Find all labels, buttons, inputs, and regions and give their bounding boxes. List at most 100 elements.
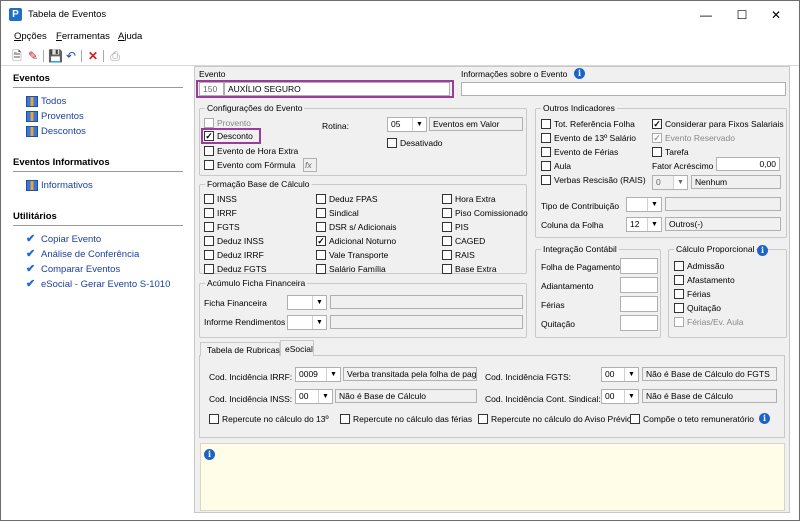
chevron-down-icon: ▼	[647, 218, 661, 231]
folha-pagamento-field[interactable]	[620, 258, 658, 274]
rotina-label: Rotina:	[322, 121, 349, 131]
adiantamento-field[interactable]	[620, 277, 658, 293]
menu-opcoes[interactable]: Opções	[14, 31, 47, 42]
menu-ajuda[interactable]: Ajuda	[118, 31, 142, 42]
highlight-desconto	[201, 128, 261, 144]
chevron-down-icon: ▼	[312, 316, 326, 329]
info-icon[interactable]: i	[759, 413, 770, 424]
grid-icon	[26, 111, 38, 122]
tab-tabela-rubricas[interactable]: Tabela de Rubricas	[200, 342, 280, 356]
fx-button[interactable]: fx	[303, 158, 317, 172]
chevron-down-icon: ▼	[318, 390, 332, 403]
chevron-down-icon: ▼	[624, 390, 638, 403]
acumulo-group-title: Acúmulo Ficha Financeira	[205, 278, 308, 288]
integracao-contabil-group: Integração Contábil Folha de Pagamento A…	[535, 244, 661, 338]
sindical-incidencia-label: Cod. Incidência Cont. Sindical:	[485, 394, 601, 404]
acumulo-group: Acúmulo Ficha Financeira Ficha Financeir…	[199, 278, 527, 338]
chevron-down-icon: ▼	[673, 176, 687, 189]
section-title-utilitarios: Utilitários	[13, 211, 57, 222]
integracao-group-title: Integração Contábil	[541, 244, 619, 254]
info-icon[interactable]: i	[757, 245, 768, 256]
nivel-select[interactable]: 0 ▼	[652, 175, 688, 190]
grid-icon	[26, 180, 38, 191]
informe-rendimentos-desc	[330, 315, 523, 329]
sindical-incidencia-desc: Não é Base de Cálculo	[642, 389, 777, 403]
checkmark-icon: ✔	[26, 233, 36, 245]
evento-label: Evento	[199, 69, 226, 79]
chevron-down-icon: ▼	[326, 368, 340, 381]
sindical-incidencia-select[interactable]: 00 ▼	[601, 389, 639, 404]
sidebar: Eventos Todos Proventos Descontos Evento…	[1, 66, 192, 520]
title-bar	[1, 1, 799, 29]
adiantamento-label: Adiantamento	[541, 281, 594, 291]
quitacao-label: Quitação	[541, 319, 576, 329]
formacao-base-group: Formação Base de Cálculo INSS IRRF FGTS …	[199, 179, 528, 274]
fator-acrescimo-field[interactable]: 0,00	[716, 157, 780, 171]
section-title-eventos: Eventos	[13, 73, 50, 84]
ficha-financeira-desc	[330, 295, 523, 309]
fator-acrescimo-label: Fator Acréscimo	[652, 161, 714, 171]
rotina-select[interactable]: 05 ▼	[387, 117, 427, 132]
close-window-button[interactable]: ✕	[753, 1, 799, 29]
fgts-incidencia-label: Cod. Incidência FGTS:	[485, 372, 571, 382]
quitacao-field[interactable]	[620, 315, 658, 331]
nivel-desc-field: Nenhum	[691, 175, 781, 189]
info-icon[interactable]: i	[204, 449, 215, 460]
fgts-incidencia-select[interactable]: 00 ▼	[601, 367, 639, 382]
menu-bar: Opções Ferramentas Ajuda	[1, 29, 799, 45]
ferias-field[interactable]	[620, 296, 658, 312]
checkmark-icon: ✔	[26, 248, 36, 260]
tipo-contribuicao-label: Tipo de Contribuição	[541, 201, 620, 211]
ferias-label: Férias	[541, 300, 565, 310]
event-form: Evento 150 AUXÍLIO SEGURO Informações so…	[194, 66, 790, 513]
rotina-desc-field: Eventos em Valor	[429, 117, 523, 131]
chevron-down-icon: ▼	[624, 368, 638, 381]
info-icon[interactable]: i	[574, 68, 585, 79]
checkmark-icon: ✔	[26, 263, 36, 275]
section-title-informativos: Eventos Informativos	[13, 157, 110, 168]
save-icon[interactable]: 💾	[48, 49, 63, 63]
info-evento-label: Informações sobre o Evento	[461, 69, 568, 79]
inss-incidencia-label: Cod. Incidência INSS:	[209, 394, 293, 404]
highlight-evento	[196, 80, 454, 98]
edit-icon[interactable]: ✎	[26, 49, 40, 63]
tipo-contribuicao-select[interactable]: ▼	[626, 197, 662, 212]
print-icon[interactable]: ⎙	[108, 49, 122, 63]
ficha-financeira-select[interactable]: ▼	[287, 295, 327, 310]
outros-indicadores-group: Outros Indicadores Tot. Referência Folha…	[535, 103, 787, 238]
menu-ferramentas[interactable]: Ferramentas	[56, 31, 110, 42]
config-group-title: Configurações do Evento	[205, 103, 305, 113]
calculo-proporcional-group: Cálculo Proporcional i Admissão Afastame…	[668, 244, 787, 338]
coluna-folha-desc: Outros(-)	[665, 217, 781, 231]
undo-icon[interactable]: ↶	[64, 49, 78, 63]
chevron-down-icon: ▼	[647, 198, 661, 211]
note-area: i	[200, 443, 785, 511]
coluna-folha-select[interactable]: 12 ▼	[626, 217, 662, 232]
tab-esocial[interactable]: eSocial	[280, 340, 314, 356]
new-icon[interactable]: 🗎	[10, 49, 24, 63]
chevron-down-icon: ▼	[412, 118, 426, 131]
grid-icon	[26, 96, 38, 107]
proporcional-group-title: Cálculo Proporcional	[674, 244, 757, 254]
inss-incidencia-desc: Não é Base de Cálculo	[335, 389, 477, 403]
info-evento-field[interactable]	[461, 82, 786, 96]
delete-icon[interactable]: ✕	[86, 49, 100, 63]
folha-pagamento-label: Folha de Pagamento	[541, 262, 620, 272]
irrf-incidencia-select[interactable]: 0009 ▼	[295, 367, 341, 382]
formacao-group-title: Formação Base de Cálculo	[205, 179, 312, 189]
fgts-incidencia-desc: Não é Base de Cálculo do FGTS	[642, 367, 777, 381]
ficha-financeira-label: Ficha Financeira	[204, 298, 267, 308]
app-logo-icon: P	[9, 8, 22, 21]
toolbar: 🗎 ✎ 💾 ↶ ✕ ⎙	[1, 46, 799, 66]
inss-incidencia-select[interactable]: 00 ▼	[295, 389, 333, 404]
checkmark-icon: ✔	[26, 278, 36, 290]
tipo-contribuicao-desc	[665, 197, 781, 211]
informe-rendimentos-select[interactable]: ▼	[287, 315, 327, 330]
grid-icon	[26, 126, 38, 137]
window-title: Tabela de Eventos	[28, 9, 107, 20]
informe-rendimentos-label: Informe Rendimentos	[204, 317, 286, 327]
irrf-incidencia-label: Cod. Incidência IRRF:	[209, 372, 293, 382]
irrf-incidencia-desc: Verba transitada pela folha de paga	[343, 367, 477, 381]
outros-group-title: Outros Indicadores	[541, 103, 617, 113]
config-group: Configurações do Evento Provento ✓ Descon…	[199, 103, 527, 176]
